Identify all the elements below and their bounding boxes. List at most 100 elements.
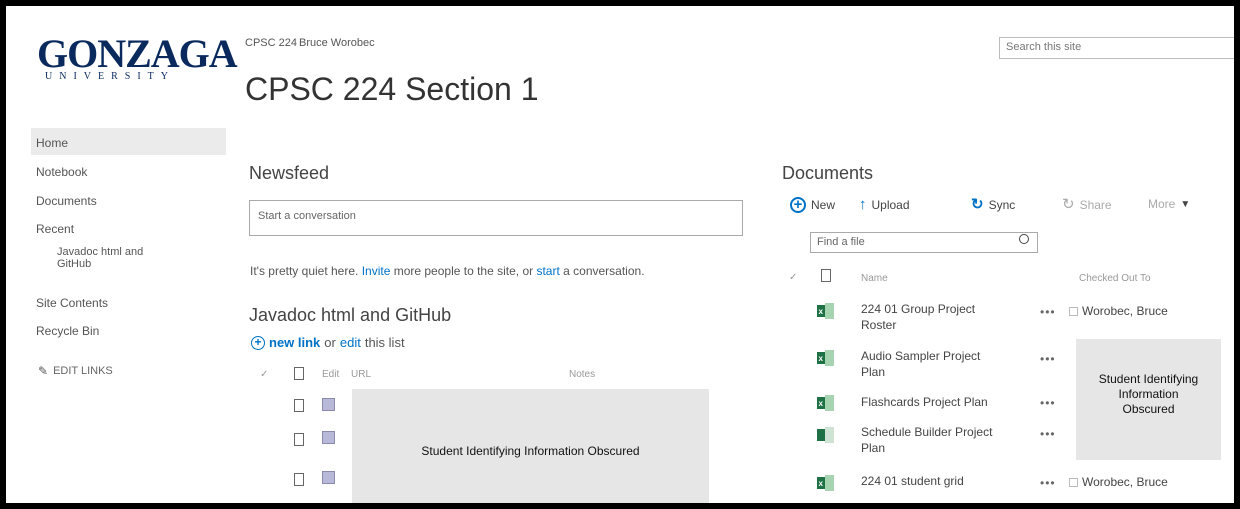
- row-checkbox[interactable]: [1069, 307, 1078, 317]
- document-name-line1: Flashcards Project Plan: [861, 395, 988, 409]
- column-edit[interactable]: Edit: [322, 369, 339, 380]
- checked-out-user: Worobec, Bruce: [1082, 304, 1168, 318]
- links-list-title: Javadoc html and GitHub: [249, 305, 452, 325]
- edit-links-label: EDIT LINKS: [53, 365, 113, 377]
- breadcrumb-user[interactable]: Bruce Worobec: [299, 37, 375, 49]
- more-options-icon[interactable]: •••: [1040, 352, 1056, 366]
- more-options-icon[interactable]: •••: [1040, 396, 1056, 410]
- sync-button[interactable]: ↻ Sync: [971, 197, 1015, 212]
- more-label: More: [1148, 197, 1176, 211]
- search-input[interactable]: Search this site: [999, 37, 1234, 59]
- nav-item-recent[interactable]: Recent: [36, 222, 74, 236]
- document-name-line2: Roster: [861, 318, 897, 332]
- quiet-text-pre: It's pretty quiet here.: [250, 264, 362, 278]
- obscured-line: Obscured: [1122, 402, 1175, 416]
- nav-item-documents[interactable]: Documents: [36, 194, 97, 208]
- column-checked-out-to[interactable]: Checked Out To: [1079, 273, 1151, 284]
- svg-text:x: x: [819, 354, 824, 363]
- document-row-1[interactable]: 224 01 Group Project Roster: [861, 301, 975, 333]
- select-all-check-icon[interactable]: ✓: [260, 369, 268, 380]
- invite-link[interactable]: Invite: [362, 264, 391, 278]
- column-url[interactable]: URL: [351, 369, 371, 380]
- excel-file-icon: x: [817, 303, 834, 319]
- logo-subtitle: UNIVERSITY: [45, 71, 175, 82]
- edit-item-icon[interactable]: [322, 471, 335, 484]
- documents-title: Documents: [782, 163, 874, 183]
- document-name-line1: Schedule Builder Project: [861, 425, 993, 439]
- nav-item-site-contents[interactable]: Site Contents: [36, 296, 108, 310]
- link-row-doc-icon: [294, 399, 304, 412]
- obscured-docs-text: Student Identifying Information Obscured: [1076, 372, 1221, 417]
- edit-item-icon[interactable]: [322, 431, 335, 444]
- checked-out-cell: Worobec, Bruce: [1069, 475, 1168, 489]
- svg-text:x: x: [819, 399, 824, 408]
- quiet-text-post: a conversation.: [559, 264, 645, 278]
- more-button[interactable]: More ▼: [1148, 197, 1190, 211]
- excel-file-icon: x: [817, 475, 834, 491]
- quiet-message: It's pretty quiet here. Invite more peop…: [250, 264, 645, 278]
- edit-list-link[interactable]: edit: [340, 335, 361, 350]
- new-link-button[interactable]: new link: [269, 335, 320, 350]
- chevron-down-icon: ▼: [1180, 198, 1191, 210]
- new-link-row: + new link or edit this list: [251, 335, 405, 350]
- start-conversation-input[interactable]: Start a conversation: [249, 200, 743, 236]
- sharepoint-window: GONZAGA UNIVERSITY CPSC 224 Bruce Worobe…: [0, 0, 1240, 509]
- pencil-icon: ✎: [38, 364, 49, 378]
- nav-item-recycle-bin[interactable]: Recycle Bin: [36, 324, 99, 338]
- nav-recent-line2: GitHub: [57, 258, 92, 270]
- document-row-5[interactable]: 224 01 student grid: [861, 473, 964, 489]
- add-circle-icon[interactable]: +: [251, 335, 265, 350]
- share-icon: ↻: [1062, 196, 1075, 213]
- upload-icon: ↑: [859, 196, 867, 213]
- edit-item-icon[interactable]: [322, 398, 335, 411]
- newsfeed-title: Newsfeed: [249, 163, 330, 183]
- upload-button[interactable]: ↑ Upload: [859, 197, 910, 212]
- page-title: CPSC 224 Section 1: [245, 71, 539, 107]
- nav-recent-line1: Javadoc html and: [57, 246, 144, 258]
- or-text: or: [324, 335, 336, 350]
- find-file-input[interactable]: Find a file: [810, 232, 1038, 253]
- document-name-line2: Plan: [861, 441, 886, 455]
- new-label: New: [811, 198, 836, 212]
- document-name-line1: 224 01 Group Project: [861, 302, 976, 316]
- nav-item-home[interactable]: Home: [36, 136, 68, 150]
- share-button[interactable]: ↻ Share: [1062, 197, 1112, 212]
- excel-file-icon: [817, 427, 834, 443]
- excel-file-icon: x: [817, 395, 834, 411]
- select-all-check-icon[interactable]: ✓: [789, 272, 797, 283]
- more-options-icon[interactable]: •••: [1040, 427, 1056, 441]
- obscured-links-text: Student Identifying Information Obscured: [421, 444, 640, 458]
- upload-label: Upload: [871, 197, 910, 212]
- sync-label: Sync: [988, 197, 1016, 212]
- document-name-line1: 224 01 student grid: [861, 474, 964, 488]
- file-type-header-icon: [821, 269, 831, 282]
- more-options-icon[interactable]: •••: [1040, 305, 1056, 319]
- search-icon[interactable]: [1019, 234, 1029, 244]
- document-row-4[interactable]: Schedule Builder Project Plan: [861, 424, 992, 456]
- more-options-icon[interactable]: •••: [1040, 476, 1056, 490]
- svg-text:x: x: [819, 479, 824, 488]
- new-document-button[interactable]: + New: [790, 197, 835, 213]
- edit-links-button[interactable]: ✎ EDIT LINKS: [38, 364, 113, 378]
- document-row-3[interactable]: Flashcards Project Plan: [861, 394, 988, 410]
- checked-out-cell: Worobec, Bruce: [1069, 304, 1168, 318]
- nav-item-notebook[interactable]: Notebook: [36, 165, 87, 179]
- add-circle-icon: +: [790, 197, 806, 213]
- start-link[interactable]: start: [536, 264, 559, 278]
- quiet-text-mid: more people to the site, or: [390, 264, 537, 278]
- column-name[interactable]: Name: [861, 273, 888, 284]
- breadcrumb-course[interactable]: CPSC 224: [245, 37, 297, 49]
- gonzaga-logo[interactable]: GONZAGA: [37, 34, 238, 74]
- column-notes[interactable]: Notes: [569, 369, 595, 380]
- obscured-line: Information: [1118, 387, 1179, 401]
- link-row-doc-icon: [294, 473, 304, 486]
- obscured-line: Student Identifying: [1098, 372, 1199, 386]
- nav-recent-javadoc[interactable]: Javadoc html and GitHub: [57, 246, 143, 270]
- share-label: Share: [1079, 197, 1112, 212]
- excel-file-icon: x: [817, 350, 834, 366]
- this-list-text: this list: [364, 335, 405, 350]
- document-row-2[interactable]: Audio Sampler Project Plan: [861, 348, 980, 380]
- document-name-line1: Audio Sampler Project: [861, 349, 981, 363]
- row-checkbox[interactable]: [1069, 478, 1078, 488]
- document-name-line2: Plan: [861, 365, 886, 379]
